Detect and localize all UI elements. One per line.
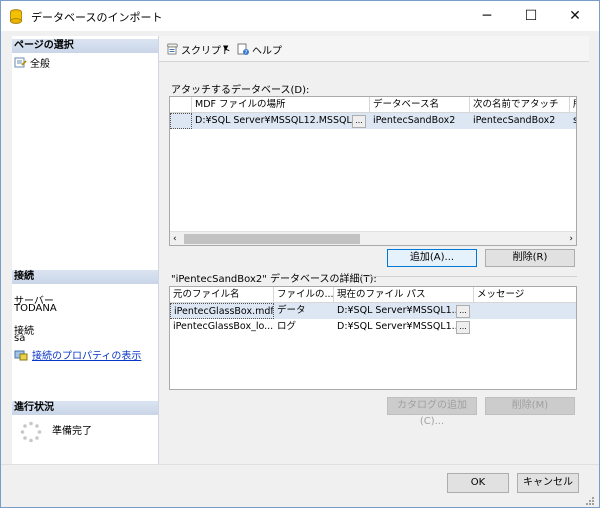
script-dropdown-icon[interactable]: ▼: [223, 44, 228, 52]
progress-header: 進行状況: [12, 401, 158, 415]
svg-text:?: ?: [245, 50, 248, 56]
resize-grip-icon[interactable]: [585, 495, 595, 505]
col-database-name[interactable]: データベース名: [370, 97, 470, 113]
table-row-db-name[interactable]: iPentecSandBox2: [370, 113, 470, 129]
details-label: "iPentecSandBox2" データベースの詳細(T):: [171, 274, 377, 285]
grid-corner: [170, 97, 192, 113]
add-button[interactable]: 追加(A)...: [387, 249, 477, 267]
page-select-header: ページの選択: [12, 39, 158, 53]
details-divider: [357, 276, 577, 277]
ok-button[interactable]: OK: [447, 473, 509, 493]
script-button[interactable]: スクリプト: [165, 42, 231, 57]
wrench-page-icon: [14, 57, 27, 68]
toolbar: スクリプト ▼ ? ヘルプ: [159, 36, 589, 62]
dialog-footer: OK キャンセル: [1, 464, 599, 507]
minimize-button[interactable]: ─: [465, 1, 509, 31]
window-title: データベースのインポート: [31, 11, 163, 24]
table-row-message[interactable]: [474, 303, 576, 319]
database-icon: [10, 9, 22, 24]
col-mdf-location[interactable]: MDF ファイルの場所: [192, 97, 370, 113]
attach-hscrollbar[interactable]: ‹ ›: [170, 231, 576, 245]
table-row-type[interactable]: データ: [274, 303, 334, 319]
help-icon: ?: [237, 43, 249, 56]
help-label: ヘルプ: [252, 46, 282, 57]
row-selector[interactable]: [170, 113, 192, 129]
attach-hscroll-thumb[interactable]: [184, 234, 360, 244]
close-button[interactable]: ✕: [553, 1, 597, 31]
table-row-path[interactable]: D:¥SQL Server¥MSSQL1...: [334, 319, 474, 335]
maximize-button[interactable]: ☐: [509, 1, 553, 31]
progress-spinner-icon: [20, 421, 42, 446]
col-file-type[interactable]: ファイルの...: [274, 287, 334, 303]
script-icon: [167, 43, 178, 55]
table-row-file[interactable]: iPentecGlassBox_lo...: [170, 319, 274, 335]
connection-props-link[interactable]: 接続のプロパティの表示: [32, 347, 141, 362]
attach-grid[interactable]: MDF ファイルの場所 データベース名 次の名前でアタッチ 所 D:¥SQL S…: [169, 96, 577, 246]
sidebar-item-general[interactable]: 全般: [14, 55, 50, 70]
details-grid[interactable]: 元のファイル名 ファイルの... 現在のファイル パス メッセージ iPente…: [169, 286, 577, 390]
col-original-file[interactable]: 元のファイル名: [170, 287, 274, 303]
table-row-type[interactable]: ログ: [274, 319, 334, 335]
main-panel: スクリプト ▼ ? ヘルプ アタッチするデータベース(D): MDF ファイルの…: [159, 36, 589, 464]
scroll-left-icon[interactable]: ‹: [173, 232, 177, 245]
sidebar-item-general-label: 全般: [30, 59, 50, 70]
mdf-browse-button[interactable]: ...: [352, 115, 366, 128]
col-message[interactable]: メッセージ: [474, 287, 576, 303]
table-row-mdf[interactable]: D:¥SQL Server¥MSSQL12.MSSQL...: [192, 113, 370, 129]
connection-header: 接続: [12, 270, 158, 284]
col-attach-as[interactable]: 次の名前でアタッチ: [470, 97, 570, 113]
table-row-attach-as[interactable]: iPentecSandBox2: [470, 113, 570, 129]
connection-properties-icon: [14, 350, 28, 360]
add-catalog-button[interactable]: カタログの追加(C)...: [387, 397, 477, 427]
col-owner[interactable]: 所: [570, 97, 576, 113]
remove-button[interactable]: 削除(R): [485, 249, 575, 267]
table-row-message[interactable]: [474, 319, 576, 335]
table-row-owner[interactable]: s: [570, 113, 576, 129]
import-database-window: データベースのインポート ─ ☐ ✕ ページの選択 全般 接続 サーバー TOD…: [0, 0, 600, 508]
sidebar: ページの選択 全般 接続 サーバー TODANA 接続 sa 接続のプロパティの…: [12, 36, 159, 464]
path-browse-button[interactable]: ...: [456, 305, 470, 318]
scroll-right-icon[interactable]: ›: [569, 232, 573, 245]
server-value: TODANA: [14, 303, 57, 314]
table-row-file[interactable]: iPentecGlassBox.mdf: [170, 303, 274, 319]
remove-catalog-button[interactable]: 削除(M): [485, 397, 575, 415]
title-bar[interactable]: データベースのインポート ─ ☐ ✕: [1, 1, 599, 31]
cancel-button[interactable]: キャンセル: [517, 473, 579, 493]
table-row-path[interactable]: D:¥SQL Server¥MSSQL1...: [334, 303, 474, 319]
progress-status: 準備完了: [52, 426, 92, 437]
attach-label: アタッチするデータベース(D):: [171, 85, 310, 96]
connection-props-row[interactable]: 接続のプロパティの表示: [14, 347, 141, 362]
col-current-path[interactable]: 現在のファイル パス: [334, 287, 474, 303]
help-button[interactable]: ? ヘルプ: [237, 42, 282, 57]
path-browse-button[interactable]: ...: [456, 321, 470, 334]
connection-value: sa: [14, 333, 26, 344]
